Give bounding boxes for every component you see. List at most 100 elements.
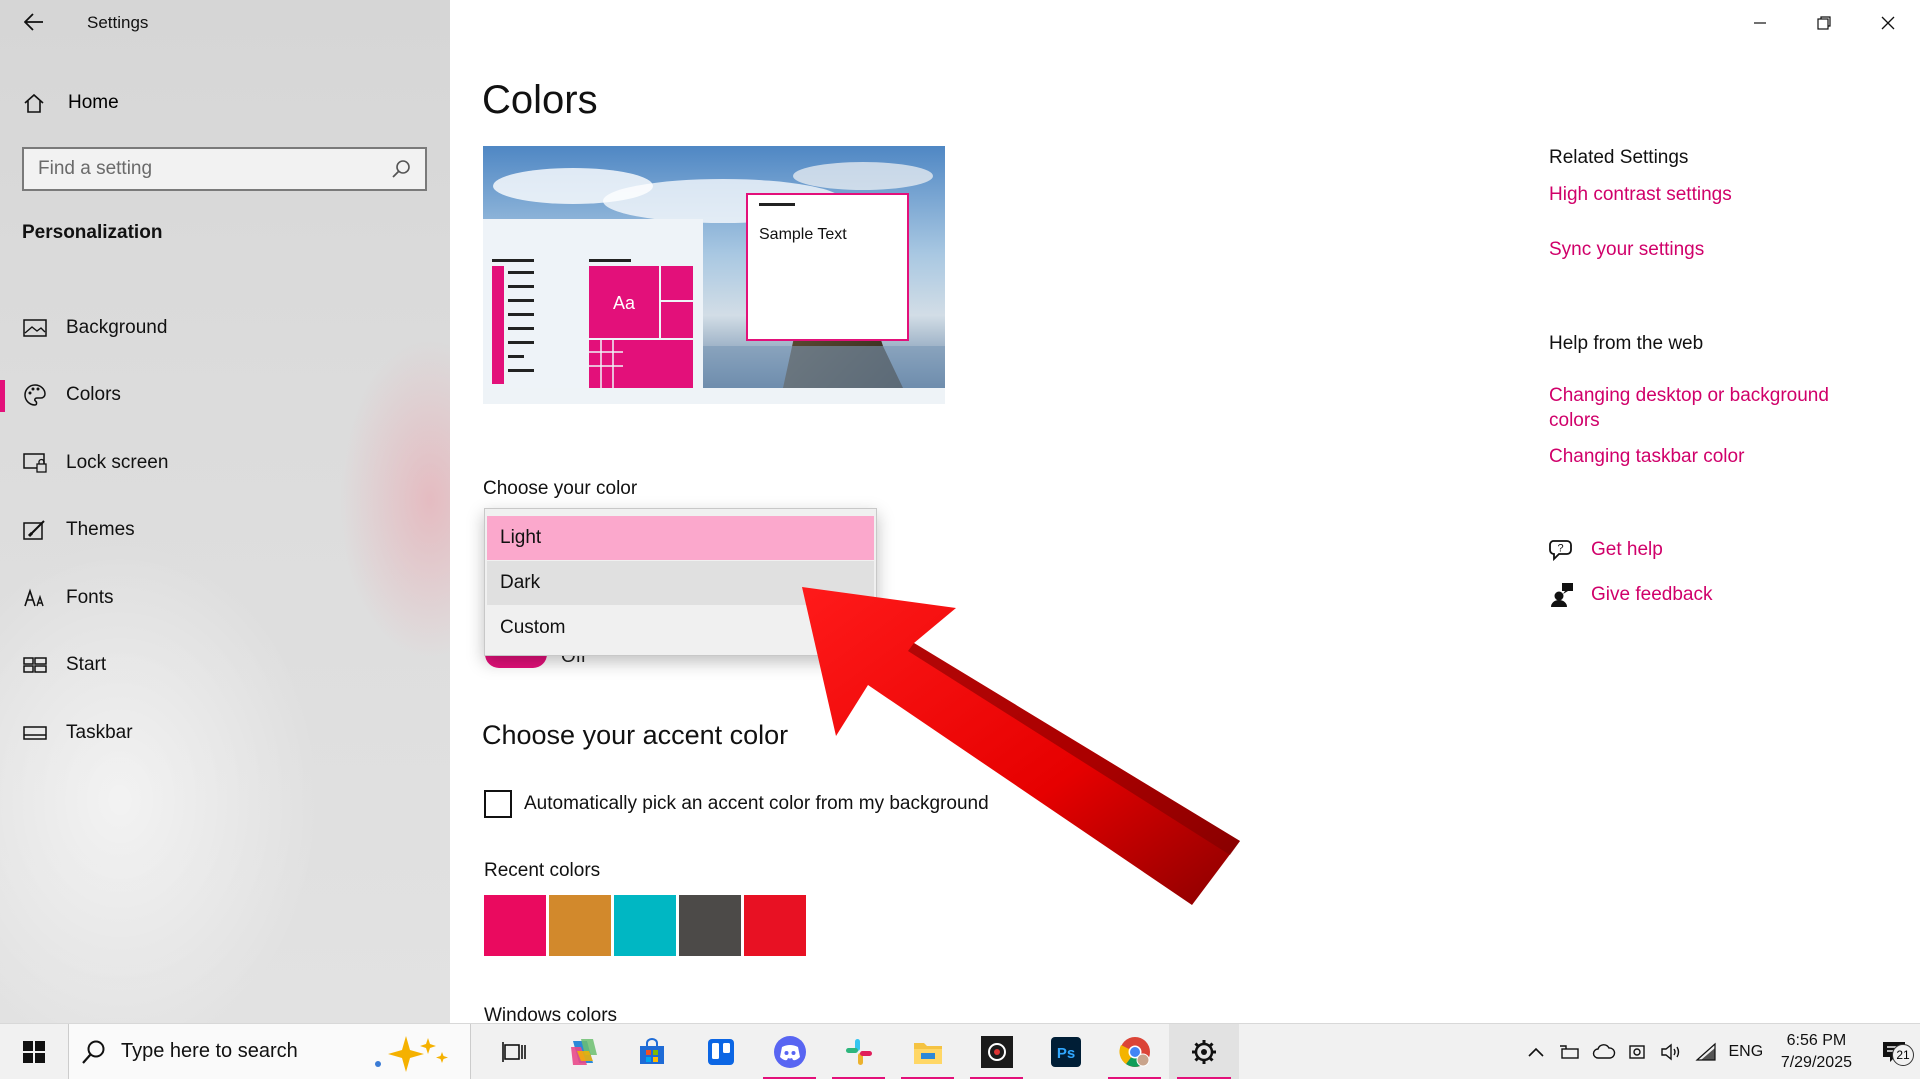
- wifi-icon: [1695, 1042, 1716, 1061]
- related-settings-heading: Related Settings: [1549, 147, 1689, 168]
- sidebar-item-label: Themes: [66, 519, 135, 541]
- taskbar-search-text: Type here to search: [121, 1040, 298, 1062]
- auto-pick-label: Automatically pick an accent color from …: [524, 793, 989, 814]
- changing-background-colors-link[interactable]: Changing desktop or background colors: [1549, 383, 1879, 433]
- get-help-link[interactable]: ? Get help: [1547, 538, 1663, 562]
- obs-button[interactable]: [962, 1024, 1031, 1079]
- clock[interactable]: 6:56 PM 7/29/2025: [1781, 1030, 1852, 1074]
- discord-button[interactable]: [755, 1024, 824, 1079]
- give-feedback-label: Give feedback: [1591, 584, 1713, 605]
- speaker-icon: [1661, 1043, 1680, 1061]
- find-setting-search[interactable]: [22, 147, 427, 191]
- sidebar-item-label: Colors: [66, 384, 121, 406]
- search-icon: [392, 160, 410, 178]
- onedrive-tray-icon[interactable]: [1587, 1044, 1621, 1060]
- high-contrast-link[interactable]: High contrast settings: [1549, 184, 1732, 206]
- restore-button[interactable]: [1792, 0, 1856, 46]
- personalization-nav: Background Colors Lock screen Themes Fon…: [0, 294, 450, 767]
- color-swatch[interactable]: [549, 895, 611, 956]
- taskbar-apps: Ps: [479, 1023, 1239, 1079]
- recent-colors: [484, 895, 806, 956]
- chevron-up-icon: [1528, 1047, 1544, 1057]
- palette-icon: [22, 382, 48, 408]
- color-preview: Aa Sample Text: [483, 146, 945, 404]
- windows-taskbar: Type here to search Ps ENG 6:56 PM 7/29/…: [0, 1023, 1920, 1079]
- sidebar-item-fonts[interactable]: Fonts: [0, 564, 450, 632]
- sidebar-item-label: Background: [66, 316, 168, 338]
- preview-tile-text: Aa: [613, 293, 636, 313]
- slack-button[interactable]: [824, 1024, 893, 1079]
- minimize-button[interactable]: [1728, 0, 1792, 46]
- windows-logo-icon: [23, 1040, 45, 1063]
- page-title: Colors: [482, 78, 598, 122]
- volume-tray-icon[interactable]: [1655, 1042, 1689, 1062]
- svg-text:?: ?: [1557, 543, 1563, 555]
- settings-button[interactable]: [1169, 1023, 1239, 1079]
- sidebar-item-lock-screen[interactable]: Lock screen: [0, 429, 450, 497]
- sidebar-item-label: Fonts: [66, 586, 114, 608]
- language-indicator[interactable]: ENG: [1723, 1043, 1769, 1061]
- sidebar-item-background[interactable]: Background: [0, 294, 450, 362]
- store-icon: [639, 1037, 664, 1064]
- search-icon: [82, 1040, 105, 1064]
- dropdown-option-custom[interactable]: Custom: [487, 606, 874, 650]
- accent-color-heading: Choose your accent color: [482, 720, 789, 750]
- auto-pick-accent-checkbox[interactable]: Automatically pick an accent color from …: [484, 790, 989, 818]
- changing-taskbar-color-link[interactable]: Changing taskbar color: [1549, 446, 1744, 468]
- home-label: Home: [68, 92, 119, 113]
- color-swatch[interactable]: [484, 895, 546, 956]
- minimize-icon: [1754, 22, 1766, 24]
- sidebar-item-label: Start: [66, 654, 107, 676]
- color-swatch[interactable]: [679, 895, 741, 956]
- sidebar-item-taskbar[interactable]: Taskbar: [0, 699, 450, 767]
- home-nav[interactable]: Home: [18, 86, 119, 120]
- discord-icon: [773, 1035, 806, 1068]
- plug-icon: [1559, 1045, 1579, 1059]
- taskbar-icon: [22, 720, 48, 746]
- battery-tray-icon[interactable]: [1553, 1043, 1587, 1061]
- sidebar-item-start[interactable]: Start: [0, 632, 450, 700]
- trello-button[interactable]: [686, 1024, 755, 1079]
- photoshop-button[interactable]: Ps: [1031, 1024, 1100, 1079]
- svg-text:Ps: Ps: [1056, 1045, 1074, 1062]
- start-button[interactable]: [0, 1024, 68, 1079]
- checkbox-box[interactable]: [484, 790, 512, 818]
- back-arrow-icon: [24, 13, 43, 31]
- action-center-button[interactable]: 21: [1868, 1040, 1920, 1066]
- sidebar-item-themes[interactable]: Themes: [0, 497, 450, 565]
- lock-screen-icon: [22, 450, 48, 476]
- slack-icon: [845, 1038, 872, 1065]
- file-explorer-button[interactable]: [893, 1024, 962, 1079]
- colors-page: Colors Aa Sample Text Choose your color …: [450, 0, 1920, 1026]
- color-swatch[interactable]: [744, 895, 806, 956]
- cloud-icon: [1592, 1044, 1616, 1059]
- font-icon: [22, 585, 48, 611]
- show-hidden-icons-button[interactable]: [1519, 1046, 1553, 1058]
- network-tray-icon[interactable]: [1689, 1042, 1723, 1062]
- obs-icon: [980, 1035, 1013, 1068]
- close-button[interactable]: [1856, 0, 1920, 46]
- camera-icon: [1629, 1045, 1645, 1059]
- color-mode-dropdown[interactable]: Light Dark Custom: [484, 508, 877, 656]
- dropdown-option-dark[interactable]: Dark: [487, 561, 874, 605]
- task-view-icon: [501, 1041, 526, 1062]
- task-view-button[interactable]: [479, 1024, 548, 1079]
- meet-now-tray-icon[interactable]: [1621, 1042, 1655, 1062]
- back-button[interactable]: [18, 8, 50, 36]
- sidebar-item-colors[interactable]: Colors: [0, 362, 450, 430]
- give-feedback-link[interactable]: Give feedback: [1547, 582, 1712, 608]
- color-swatch[interactable]: [614, 895, 676, 956]
- sparkle-icon: [375, 1035, 448, 1072]
- brush-icon: [22, 517, 48, 543]
- taskbar-search[interactable]: Type here to search: [68, 1023, 471, 1079]
- copilot-button[interactable]: [548, 1024, 617, 1079]
- sync-settings-link[interactable]: Sync your settings: [1549, 239, 1704, 261]
- store-button[interactable]: [617, 1024, 686, 1079]
- chrome-button[interactable]: [1100, 1024, 1169, 1079]
- search-input[interactable]: [38, 158, 391, 180]
- dropdown-option-light[interactable]: Light: [487, 516, 874, 560]
- feedback-icon: [1547, 582, 1577, 608]
- notification-count-badge: 21: [1892, 1044, 1914, 1066]
- window-controls: [1728, 0, 1920, 46]
- settings-sidebar: Settings Home Personalization Background…: [0, 0, 450, 1023]
